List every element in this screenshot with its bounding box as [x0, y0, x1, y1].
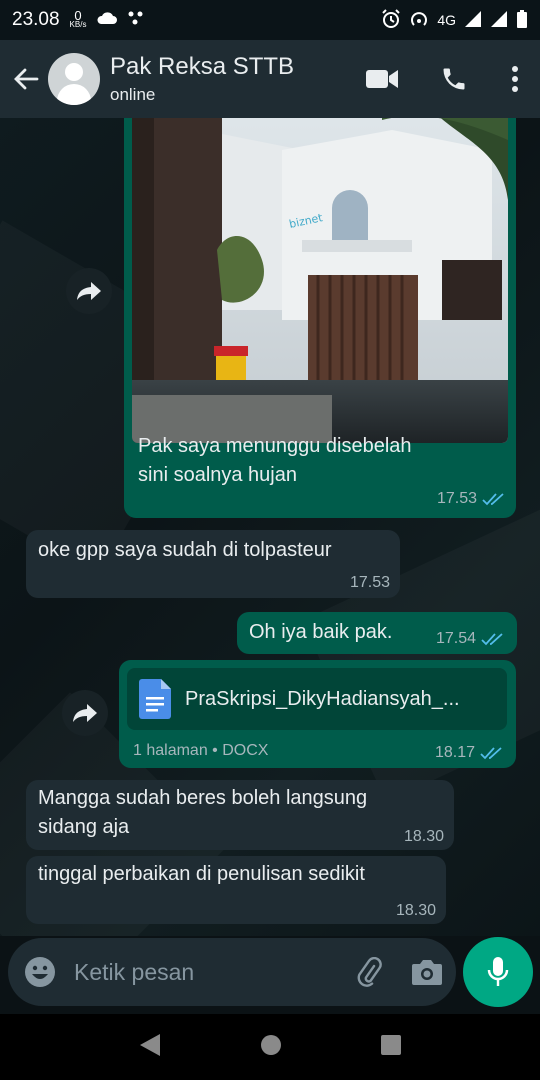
document-message[interactable]: PraSkripsi_DikyHadiansyah_... 1 halaman …: [119, 660, 516, 768]
message-incoming[interactable]: Mangga sudah beres boleh langsung sidang…: [26, 780, 454, 850]
document-attachment[interactable]: PraSkripsi_DikyHadiansyah_...: [127, 668, 507, 730]
message-photo[interactable]: biznet: [132, 118, 508, 443]
status-bar: 23.08 0 KB/s 4G: [0, 0, 540, 40]
video-call-button[interactable]: [346, 49, 418, 109]
message-incoming[interactable]: oke gpp saya sudah di tolpasteur 17.53: [26, 530, 400, 598]
message-outgoing[interactable]: Oh iya baik pak. 17.54: [237, 612, 517, 654]
message-meta: 17.54: [436, 630, 505, 648]
system-navigation-bar: [0, 1014, 540, 1080]
contact-avatar[interactable]: [48, 53, 100, 105]
alarm-icon: [381, 8, 401, 32]
camera-icon: [412, 960, 442, 985]
forward-icon: [77, 282, 101, 300]
message-meta: 17.53: [350, 574, 390, 592]
nav-recents-button[interactable]: [380, 1034, 402, 1061]
network-type-label: 4G: [437, 12, 456, 28]
back-button[interactable]: [4, 57, 48, 101]
contact-info[interactable]: Pak Reksa STTB online: [110, 53, 294, 105]
message-meta: 18.30: [396, 902, 436, 920]
contact-name: Pak Reksa STTB: [110, 53, 295, 80]
message-text-line-1: Mangga sudah beres boleh langsung: [38, 787, 368, 809]
cloud-icon: [96, 11, 118, 30]
network-speed-unit: KB/s: [69, 20, 87, 29]
image-caption-line-2: sini soalnya hujan: [138, 464, 297, 486]
voice-message-button[interactable]: [463, 937, 533, 1007]
signal-2-icon: [490, 10, 508, 31]
video-camera-icon: [366, 70, 398, 88]
document-file-icon: [139, 679, 171, 719]
home-circle-icon: [260, 1034, 281, 1055]
forward-icon: [73, 704, 97, 722]
message-time: 18.17: [434, 744, 475, 761]
image-caption: Pak saya menunggu disebelah sini soalnya…: [138, 432, 508, 490]
attach-button[interactable]: [340, 942, 398, 1002]
recents-square-icon: [380, 1034, 401, 1055]
contact-status: online: [110, 85, 156, 104]
document-file-name: PraSkripsi_DikyHadiansyah_...: [185, 687, 460, 710]
double-check-icon: [481, 633, 503, 646]
document-message-meta: 18.17: [435, 744, 504, 762]
camera-button[interactable]: [398, 942, 456, 1002]
message-composer: Ketik pesan: [8, 938, 456, 1006]
message-meta: 18.30: [404, 828, 444, 846]
message-time: 17.54: [435, 630, 476, 647]
photo-building-image: biznet: [132, 118, 508, 443]
dots-notification-icon: [128, 11, 146, 30]
message-incoming[interactable]: tinggal perbaikan di penulisan sedikit 1…: [26, 856, 446, 924]
more-vertical-icon: [512, 66, 518, 92]
image-message-meta: 17.53: [437, 490, 506, 508]
message-text-line-2: sidang aja: [38, 816, 130, 838]
double-check-icon: [480, 747, 502, 760]
back-triangle-icon: [140, 1033, 161, 1056]
message-time: 17.53: [436, 490, 477, 507]
back-arrow-icon: [14, 68, 39, 90]
network-speed-value: 0: [74, 8, 82, 23]
hotspot-icon: [409, 9, 429, 32]
message-time: 18.30: [403, 828, 444, 845]
message-text: oke gpp saya sudah di tolpasteur: [38, 539, 332, 561]
more-options-button[interactable]: [490, 49, 540, 109]
message-time: 17.53: [349, 574, 390, 591]
forward-document-button[interactable]: [62, 690, 108, 736]
phone-icon: [443, 68, 465, 90]
document-file-info: 1 halaman • DOCX: [133, 742, 269, 759]
network-speed: 0 KB/s: [69, 8, 87, 29]
image-message[interactable]: biznet Pak saya menunggu disebelah sini …: [124, 118, 516, 518]
message-text: Mangga sudah beres boleh langsung sidang…: [38, 784, 448, 842]
message-input[interactable]: Ketik pesan: [74, 959, 340, 986]
voice-call-button[interactable]: [418, 49, 490, 109]
status-time: 23.08: [12, 9, 60, 30]
emoji-button[interactable]: [10, 942, 70, 1002]
chat-header: Pak Reksa STTB online: [0, 40, 540, 118]
image-caption-line-1: Pak saya menunggu disebelah: [138, 435, 412, 457]
signal-icon: [464, 10, 482, 31]
chat-area[interactable]: biznet Pak saya menunggu disebelah sini …: [0, 118, 540, 936]
emoji-icon: [25, 957, 55, 987]
microphone-icon: [487, 957, 509, 986]
message-text: tinggal perbaikan di penulisan sedikit: [38, 863, 365, 885]
paperclip-icon: [357, 957, 382, 987]
nav-home-button[interactable]: [259, 1033, 283, 1062]
message-time: 18.30: [395, 902, 436, 919]
battery-icon: [516, 9, 528, 32]
nav-back-button[interactable]: [138, 1032, 162, 1063]
forward-image-button[interactable]: [66, 268, 112, 314]
message-text: Oh iya baik pak.: [249, 621, 393, 643]
double-check-icon: [482, 493, 504, 506]
